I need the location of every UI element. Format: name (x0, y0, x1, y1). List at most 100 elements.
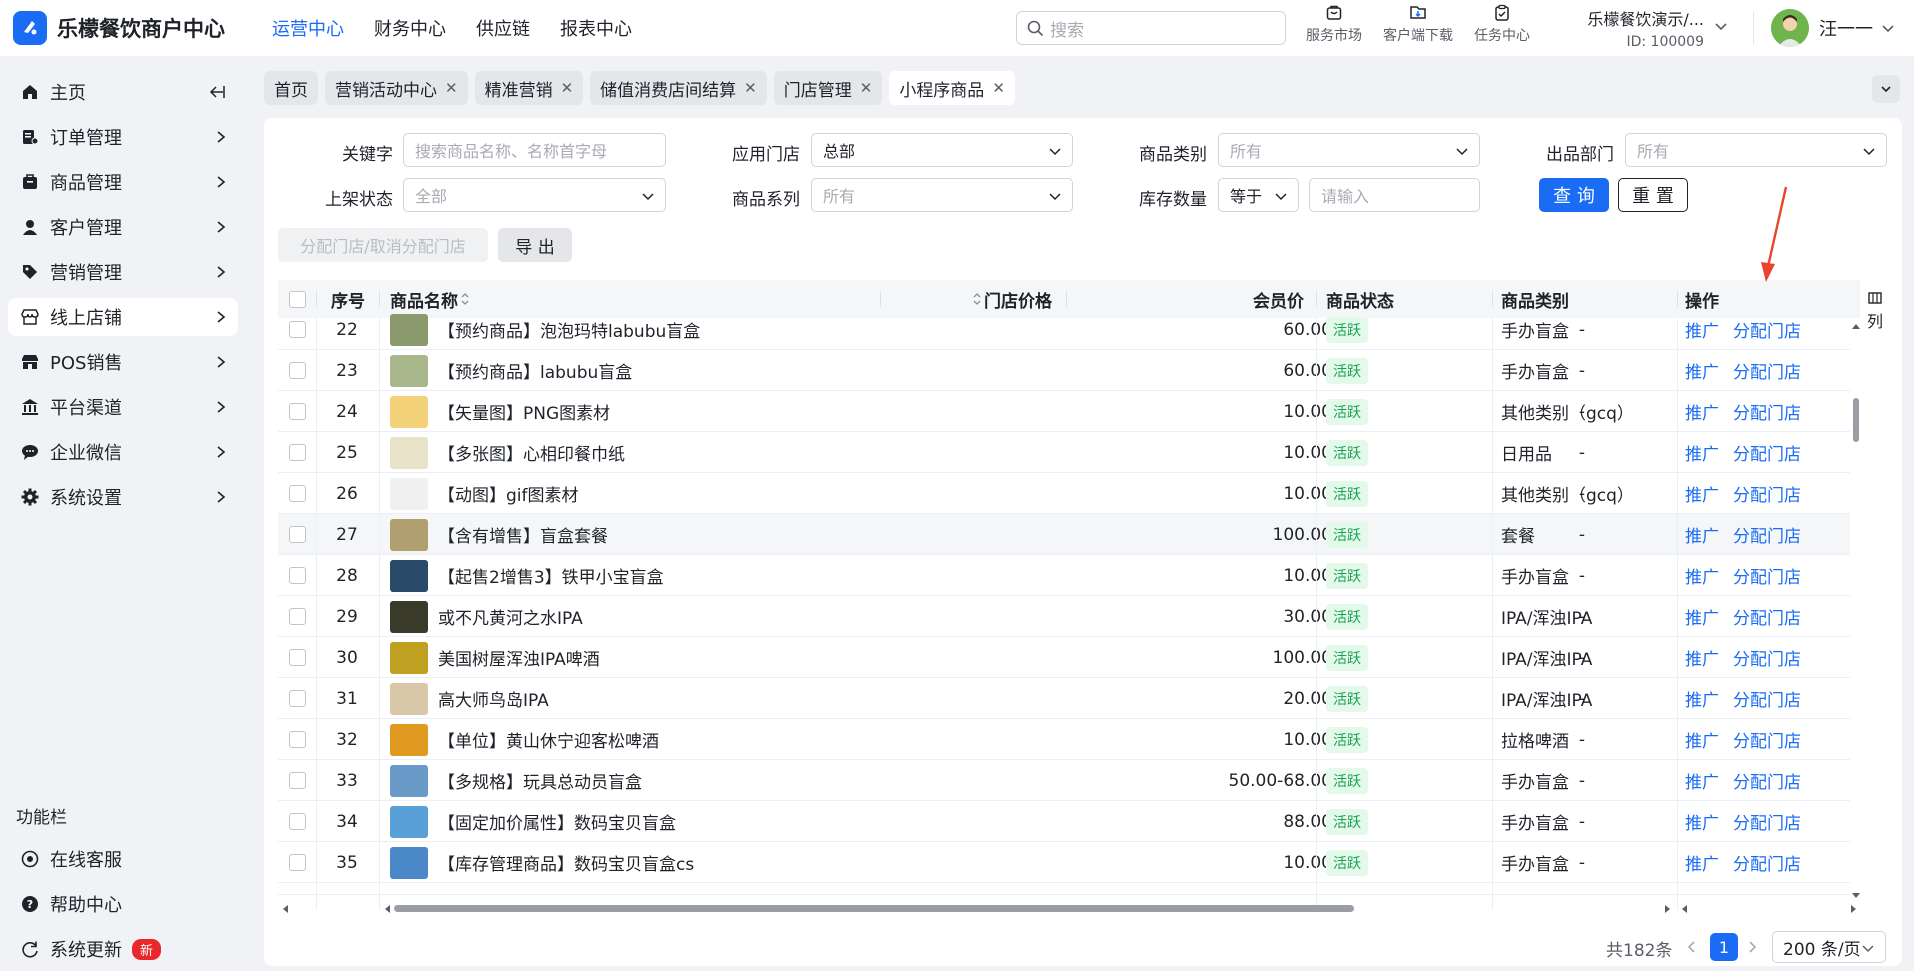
keyword-input[interactable]: 搜索商品名称、名称首字母 (403, 133, 666, 167)
tab-marketing-center[interactable]: 营销活动中心 ✕ (325, 71, 468, 105)
promote-link[interactable]: 推广 (1685, 645, 1719, 670)
table-row[interactable]: 29 或不凡黄河之水IPA 30.00- 活跃 IPA/浑浊IPA 推广 分配门店 (278, 596, 1850, 637)
promote-link[interactable]: 推广 (1685, 604, 1719, 629)
table-row[interactable]: 24 【矢量图】PNG图素材 10.00- 活跃 其他类别（gcq） 推广 分配门店 (278, 391, 1850, 432)
table-row[interactable]: 32 【单位】黄山休宁迎客松啤酒 10.00- 活跃 拉格啤酒 推广 分配门店 (278, 719, 1850, 760)
page-size-select[interactable]: 200 条/页 (1772, 931, 1886, 963)
page-number-current[interactable]: 1 (1710, 933, 1738, 961)
table-row[interactable]: 26 【动图】gif图素材 10.00- 活跃 其他类别（gcq） 推广 分配门店 (278, 473, 1850, 514)
collapse-sidebar-icon[interactable] (208, 84, 226, 100)
assign-store-link[interactable]: 分配门店 (1733, 727, 1801, 752)
assign-store-button[interactable]: 分配门店/取消分配门店 (278, 228, 488, 262)
sidebar-item-products[interactable]: 商品管理 (8, 163, 238, 201)
close-icon[interactable]: ✕ (561, 79, 574, 97)
tab-home[interactable]: 首页 (264, 71, 318, 105)
assign-store-link[interactable]: 分配门店 (1733, 850, 1801, 875)
top-nav-item-supply[interactable]: 供应链 (476, 15, 530, 41)
promote-link[interactable]: 推广 (1685, 481, 1719, 506)
scroll-left-arrow-icon[interactable] (383, 904, 391, 914)
row-checkbox[interactable] (289, 321, 306, 338)
sort-icon[interactable] (972, 292, 982, 306)
sidebar-item-update[interactable]: 系统更新 新 (8, 930, 238, 968)
select-all-checkbox[interactable] (289, 290, 306, 308)
series-select[interactable]: 所有 (811, 178, 1073, 212)
promote-link[interactable]: 推广 (1685, 768, 1719, 793)
tab-precision-marketing[interactable]: 精准营销 ✕ (474, 71, 584, 105)
category-select[interactable]: 所有 (1218, 133, 1480, 167)
row-checkbox[interactable] (289, 444, 306, 461)
close-icon[interactable]: ✕ (445, 79, 458, 97)
export-button[interactable]: 导 出 (498, 228, 572, 262)
table-row[interactable]: 35 【库存管理商品】数码宝贝盲盒cs 10.00- 活跃 手办盲盒 推广 分配门店 (278, 842, 1850, 883)
table-row[interactable]: 23 【预约商品】labubu盲盒 60.00- 活跃 手办盲盒 推广 分配门店 (278, 350, 1850, 391)
user-menu[interactable]: 汪一一 (1771, 9, 1895, 47)
tool-service-market[interactable]: 服务市场 (1292, 4, 1376, 45)
tenant-switcher[interactable]: 乐檬餐饮演示/... ID: 100009 (1584, 6, 1704, 50)
row-checkbox[interactable] (289, 485, 306, 502)
assign-store-link[interactable]: 分配门店 (1733, 686, 1801, 711)
scroll-up-arrow-icon[interactable] (1851, 322, 1861, 330)
sidebar-item-channels[interactable]: 平台渠道 (8, 388, 238, 426)
promote-link[interactable]: 推广 (1685, 399, 1719, 424)
assign-store-link[interactable]: 分配门店 (1733, 358, 1801, 383)
top-nav-item-reports[interactable]: 报表中心 (560, 15, 632, 41)
assign-store-link[interactable]: 分配门店 (1733, 522, 1801, 547)
promote-link[interactable]: 推广 (1685, 727, 1719, 752)
stock-quantity-input[interactable]: 请输入 (1309, 178, 1480, 212)
store-select[interactable]: 总部 (811, 133, 1073, 167)
tab-mini-program-products[interactable]: 小程序商品 ✕ (889, 71, 1015, 105)
shelf-select[interactable]: 全部 (403, 178, 666, 212)
search-input[interactable]: 搜索 (1016, 11, 1286, 45)
assign-store-link[interactable]: 分配门店 (1733, 768, 1801, 793)
sidebar-item-customers[interactable]: 客户管理 (8, 208, 238, 246)
row-checkbox[interactable] (289, 690, 306, 707)
close-icon[interactable]: ✕ (860, 79, 873, 97)
row-checkbox[interactable] (289, 567, 306, 584)
assign-store-link[interactable]: 分配门店 (1733, 563, 1801, 588)
row-checkbox[interactable] (289, 813, 306, 830)
sort-icon[interactable] (460, 292, 470, 306)
table-row[interactable]: 22 【预约商品】泡泡玛特labubu盲盒 60.00- 活跃 手办盲盒 推广 分配门店 (278, 309, 1850, 350)
reset-button[interactable]: 重 置 (1618, 178, 1688, 212)
horizontal-scrollbar-thumb[interactable] (394, 905, 1354, 912)
dept-select[interactable]: 所有 (1625, 133, 1887, 167)
sidebar-item-wecom[interactable]: 企业微信 (8, 433, 238, 471)
table-row[interactable]: 28 【起售2增售3】铁甲小宝盲盒 10.00- 活跃 手办盲盒 推广 分配门店 (278, 555, 1850, 596)
scroll-right-arrow-icon[interactable] (1850, 904, 1858, 914)
table-row[interactable]: 31 高大师鸟岛IPA 20.00- 活跃 IPA/浑浊IPA 推广 分配门店 (278, 678, 1850, 719)
row-checkbox[interactable] (289, 362, 306, 379)
chevron-down-icon[interactable] (1714, 19, 1728, 33)
tab-stored-value-settlement[interactable]: 储值消费店间结算 ✕ (590, 71, 767, 105)
promote-link[interactable]: 推广 (1685, 317, 1719, 342)
stock-operator-select[interactable]: 等于 (1218, 178, 1299, 212)
assign-store-link[interactable]: 分配门店 (1733, 317, 1801, 342)
promote-link[interactable]: 推广 (1685, 563, 1719, 588)
table-row[interactable]: 33 【多规格】玩具总动员盲盒 50.00-68.00- 活跃 手办盲盒 推广 分配门店 (278, 760, 1850, 801)
table-row[interactable]: 34 【固定加价属性】数码宝贝盲盒 88.00- 活跃 手办盲盒 推广 分配门店 (278, 801, 1850, 842)
row-checkbox[interactable] (289, 649, 306, 666)
sidebar-item-help[interactable]: ? 帮助中心 (8, 885, 238, 923)
row-checkbox[interactable] (289, 731, 306, 748)
promote-link[interactable]: 推广 (1685, 522, 1719, 547)
next-page-icon[interactable] (1748, 940, 1758, 954)
tool-client-download[interactable]: 客户端下载 (1376, 4, 1460, 45)
assign-store-link[interactable]: 分配门店 (1733, 481, 1801, 506)
sidebar-item-support[interactable]: 在线客服 (8, 840, 238, 878)
tabs-more-button[interactable] (1872, 75, 1900, 103)
row-checkbox[interactable] (289, 608, 306, 625)
top-nav-item-ops[interactable]: 运营中心 (272, 15, 344, 41)
assign-store-link[interactable]: 分配门店 (1733, 604, 1801, 629)
promote-link[interactable]: 推广 (1685, 440, 1719, 465)
prev-page-icon[interactable] (1686, 940, 1696, 954)
sidebar-item-pos[interactable]: POS销售 (8, 343, 238, 381)
scroll-right-arrow-icon[interactable] (1664, 904, 1672, 914)
sidebar-item-settings[interactable]: 系统设置 (8, 478, 238, 516)
sidebar-item-home[interactable]: 主页 (8, 73, 238, 111)
close-icon[interactable]: ✕ (992, 79, 1005, 97)
assign-store-link[interactable]: 分配门店 (1733, 809, 1801, 834)
scroll-down-arrow-icon[interactable] (1851, 892, 1861, 900)
assign-store-link[interactable]: 分配门店 (1733, 440, 1801, 465)
sidebar-item-marketing[interactable]: 营销管理 (8, 253, 238, 291)
top-nav-item-finance[interactable]: 财务中心 (374, 15, 446, 41)
row-checkbox[interactable] (289, 403, 306, 420)
